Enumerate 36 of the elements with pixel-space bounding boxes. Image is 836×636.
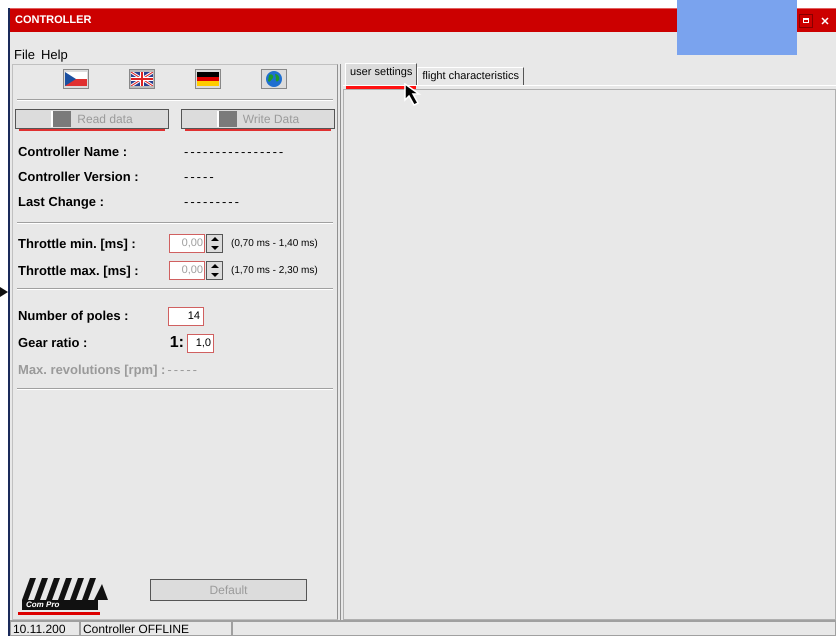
globe-icon	[265, 70, 283, 88]
pointer-icon	[0, 287, 8, 297]
info-label: Last Change :	[18, 192, 105, 211]
ratio-prefix: 1:	[168, 333, 184, 353]
motor-label: Gear ratio :	[18, 334, 88, 352]
language-button[interactable]	[63, 69, 89, 89]
maximize-button[interactable]	[799, 14, 813, 28]
close-icon[interactable]	[821, 16, 829, 24]
menu-item[interactable]: Help	[40, 45, 68, 65]
throttle-label: Throttle min. [ms] :	[18, 234, 137, 253]
menu-item[interactable]: File	[14, 45, 35, 65]
throttle-label: Throttle max. [ms] :	[18, 262, 140, 280]
window-title: CONTROLLER	[15, 13, 92, 28]
status-text: Controller OFFLINE	[80, 621, 232, 636]
info-label: Controller Name :	[18, 142, 128, 161]
range-hint: (1,70 ms - 2,30 ms)	[231, 264, 318, 278]
spin-button[interactable]	[206, 234, 223, 253]
spin-button[interactable]	[206, 261, 223, 280]
info-value: -----	[184, 168, 216, 186]
info-value: ---------	[184, 192, 241, 211]
language-button[interactable]	[195, 69, 221, 89]
info-label: Controller Version :	[18, 168, 140, 186]
gear-ratio-field[interactable]: 1,0	[187, 334, 214, 352]
motor-label: Max. revolutions [rpm] :	[18, 361, 166, 380]
language-button[interactable]	[129, 69, 155, 89]
logo-text: Com Pro	[22, 600, 98, 610]
tab[interactable]: flight characteristics	[417, 67, 524, 85]
poles-field[interactable]: 14	[168, 306, 204, 326]
flag-icon	[65, 72, 87, 86]
rpm-value: -----	[167, 361, 200, 380]
status-text: 10.11.200	[10, 621, 80, 636]
motor-label: Number of poles :	[18, 307, 130, 326]
flag-icon	[131, 72, 153, 86]
info-value: ----------------	[184, 142, 286, 161]
flag-icon	[197, 72, 219, 86]
range-hint: (0,70 ms - 1,40 ms)	[231, 237, 318, 251]
